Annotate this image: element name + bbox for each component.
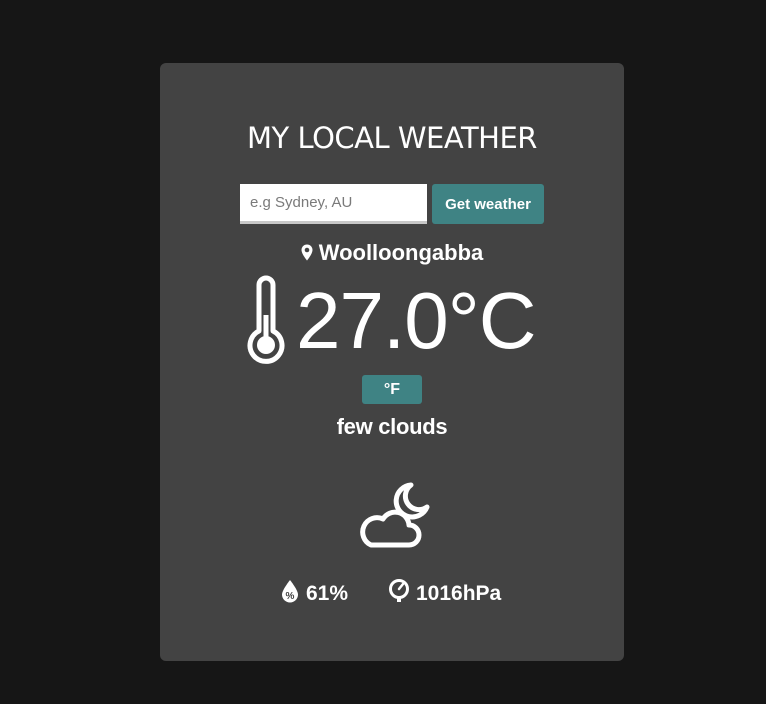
search-form: Get weather [240,184,544,225]
weather-condition: few clouds [336,414,448,439]
pressure-value: 1016hPa [416,582,502,605]
page-background: MY LOCAL WEATHER Get weather Woolloongab… [0,0,770,708]
svg-text:%: % [286,591,295,602]
get-weather-button[interactable]: Get weather [432,184,544,224]
humidity-stat: % 61% [280,579,348,608]
city-search-input[interactable] [240,184,427,224]
location: Woolloongabba [160,240,624,267]
barometer-icon [389,579,409,602]
humidity-value: 61% [306,582,349,605]
temperature-display: 27.0°C [240,275,544,367]
night-partly-cloudy-icon [357,481,431,556]
weather-card: MY LOCAL WEATHER Get weather Woolloongab… [160,63,624,661]
temperature-value: 27.0°C [296,276,536,365]
thermometer-icon [244,275,288,370]
pressure-stat: 1016hPa [388,579,501,608]
location-name: Woolloongabba [318,240,484,265]
humidity-icon: % [282,580,298,603]
weather-stats: % 61% 1016hPa [160,579,624,607]
app-title: MY LOCAL WEATHER [247,121,537,155]
map-pin-icon [301,241,313,267]
fahrenheit-toggle-button[interactable]: °F [362,375,422,404]
